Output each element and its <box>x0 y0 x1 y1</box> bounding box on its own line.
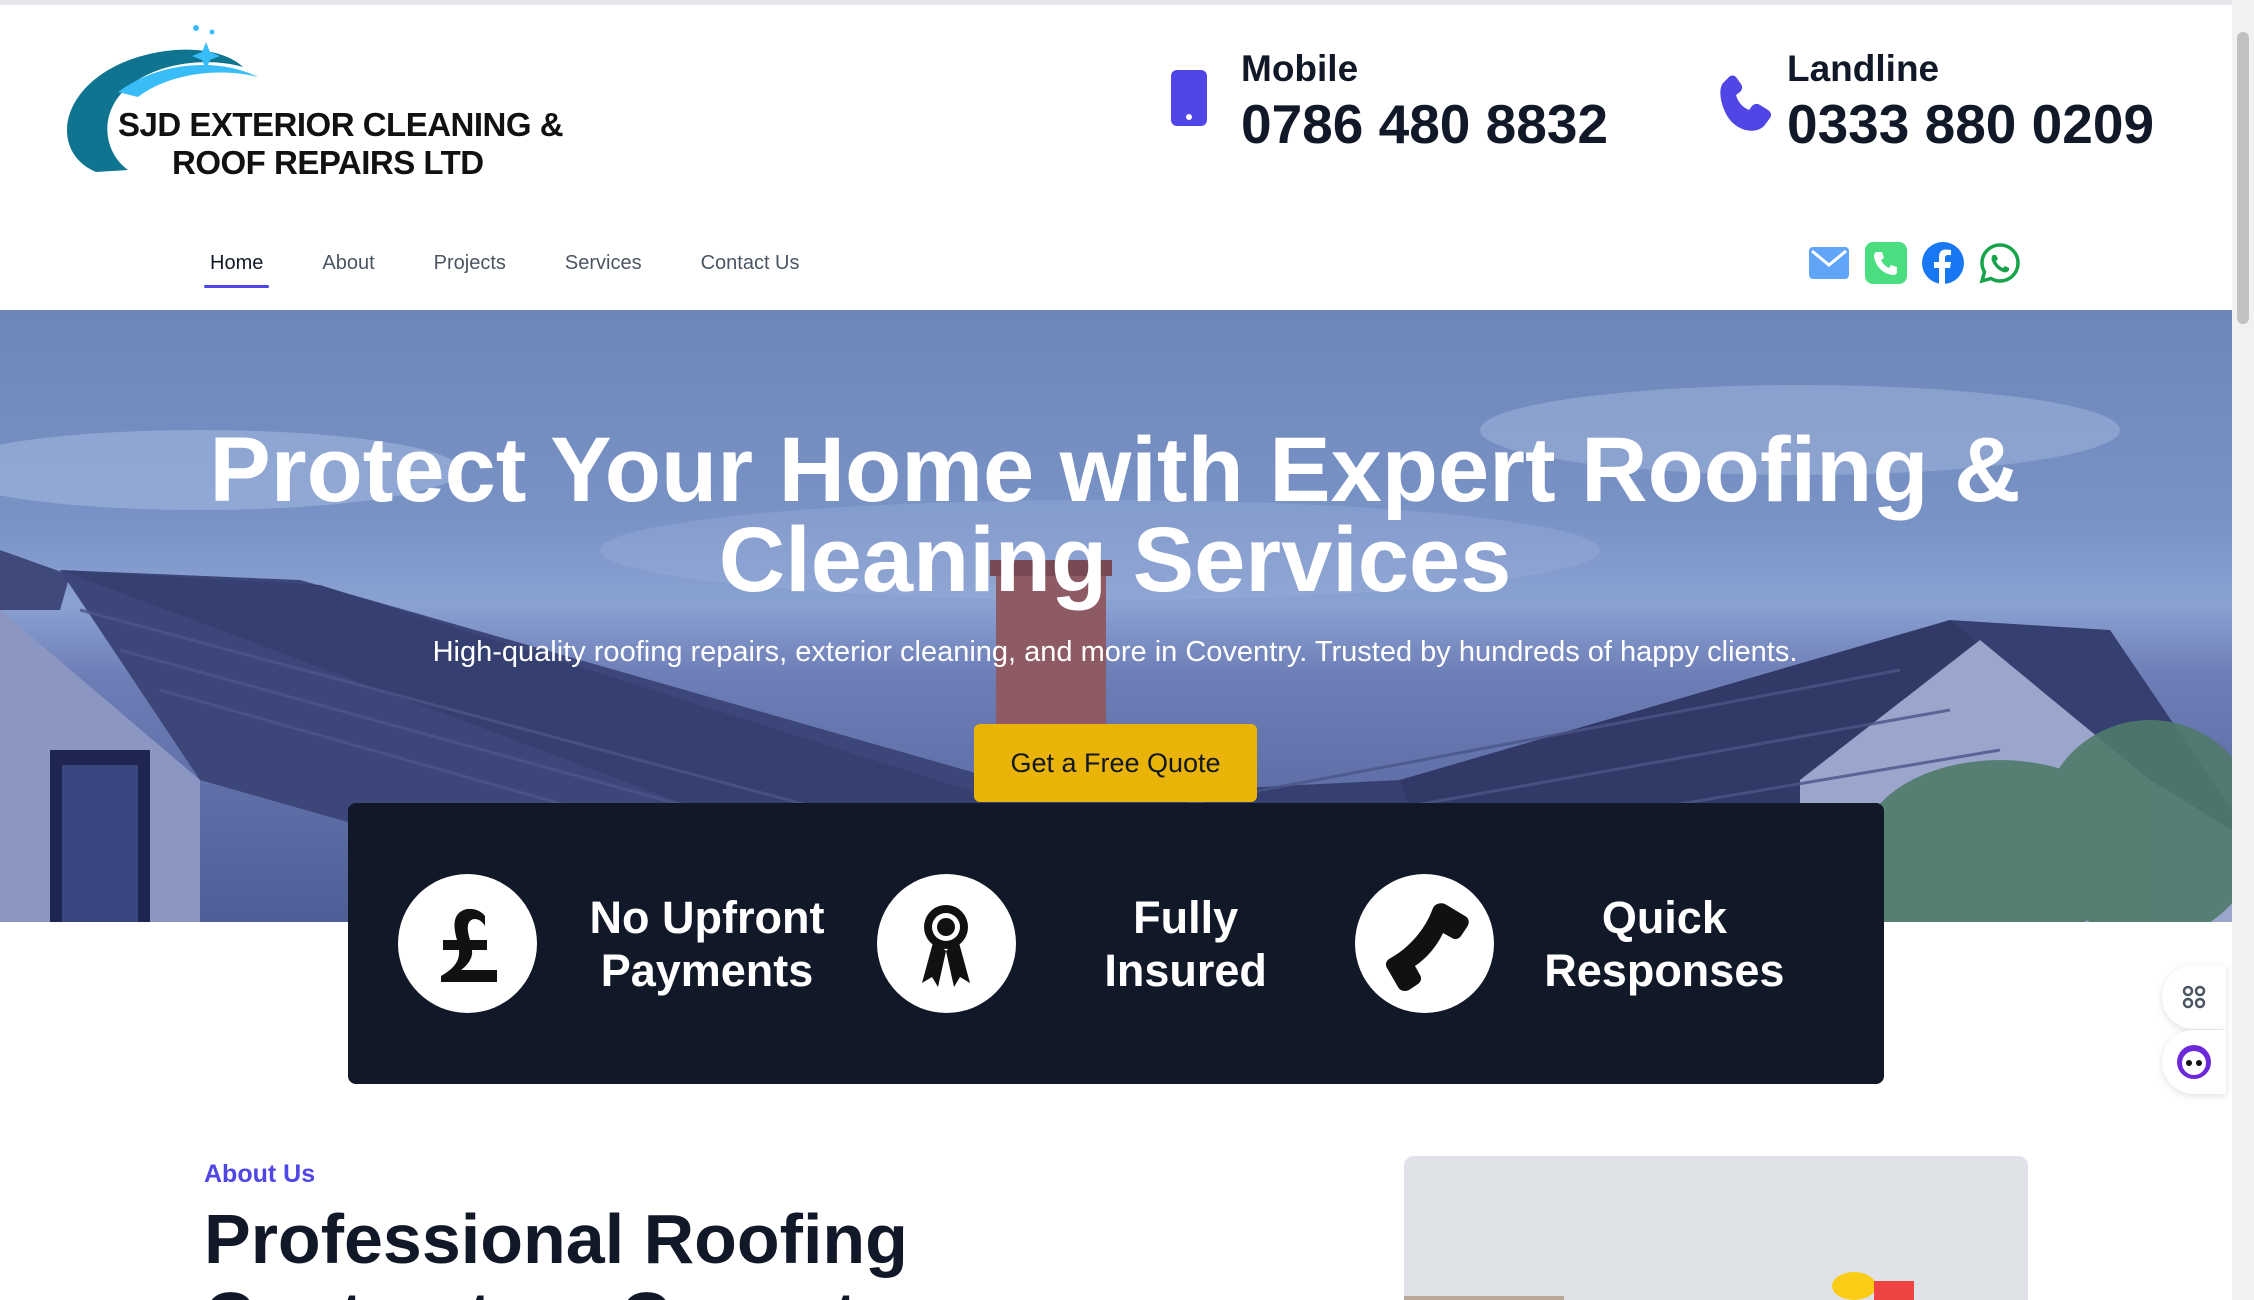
nav-item-contact-us[interactable]: Contact Us <box>695 248 806 288</box>
feature-text: No Upfront Payments <box>589 891 825 996</box>
features-panel: No Upfront Payments Fully Insured Quick … <box>348 803 1884 1084</box>
mobile-number[interactable]: 0786 480 8832 <box>1241 92 1608 156</box>
facebook-icon[interactable] <box>1922 242 1964 284</box>
whatsapp-icon[interactable] <box>1979 242 2021 284</box>
mobile-phone-icon <box>1171 70 1207 126</box>
about-kicker: About Us <box>204 1160 316 1188</box>
top-border <box>0 0 2254 5</box>
feature-no-upfront-payments: No Upfront Payments <box>398 803 877 1084</box>
phone-icon <box>1355 874 1495 1013</box>
phone-icon[interactable] <box>1865 242 1907 284</box>
nav-item-home[interactable]: Home <box>204 248 270 288</box>
logo-text-line2: ROOF REPAIRS LTD <box>172 144 484 181</box>
command-widget-icon[interactable] <box>2162 965 2226 1029</box>
landline-label: Landline <box>1787 48 1940 89</box>
company-logo[interactable]: SJD EXTERIOR CLEANING & ROOF REPAIRS LTD <box>58 22 564 182</box>
nav-item-projects[interactable]: Projects <box>428 248 512 288</box>
about-title: Professional Roofing Contractors Coventr… <box>204 1200 924 1300</box>
social-links <box>1808 242 2021 284</box>
feature-quick-responses: Quick Responses <box>1355 803 1834 1084</box>
about-image <box>1404 1156 2028 1300</box>
nav-item-about[interactable]: About <box>316 248 380 288</box>
logo-text-line1: SJD EXTERIOR CLEANING & <box>118 106 564 143</box>
feature-text: Quick Responses <box>1544 891 1785 996</box>
page-scrollbar[interactable] <box>2232 0 2254 1300</box>
main-nav: Home About Projects Services Contact Us <box>204 248 853 288</box>
landline-contact[interactable]: Landline 0333 880 0209 <box>1717 48 2217 158</box>
get-free-quote-button[interactable]: Get a Free Quote <box>974 724 1257 802</box>
award-ribbon-icon <box>876 874 1016 1013</box>
feature-fully-insured: Fully Insured <box>876 803 1356 1084</box>
feature-text: Fully Insured <box>1104 891 1267 996</box>
pound-icon <box>398 874 537 1013</box>
scrollbar-thumb[interactable] <box>2237 32 2249 324</box>
assistant-widget-icon[interactable] <box>2162 1030 2226 1094</box>
phone-handset-icon <box>1720 75 1772 131</box>
landline-number[interactable]: 0333 880 0209 <box>1787 92 2154 156</box>
email-icon[interactable] <box>1808 242 1850 284</box>
mobile-contact[interactable]: Mobile 0786 480 8832 <box>1171 48 1671 158</box>
hero-title: Protect Your Home with Expert Roofing & … <box>209 419 2021 611</box>
mobile-label: Mobile <box>1241 48 1359 89</box>
nav-item-services[interactable]: Services <box>559 248 648 288</box>
hero-subtitle: High-quality roofing repairs, exterior c… <box>432 636 1798 668</box>
